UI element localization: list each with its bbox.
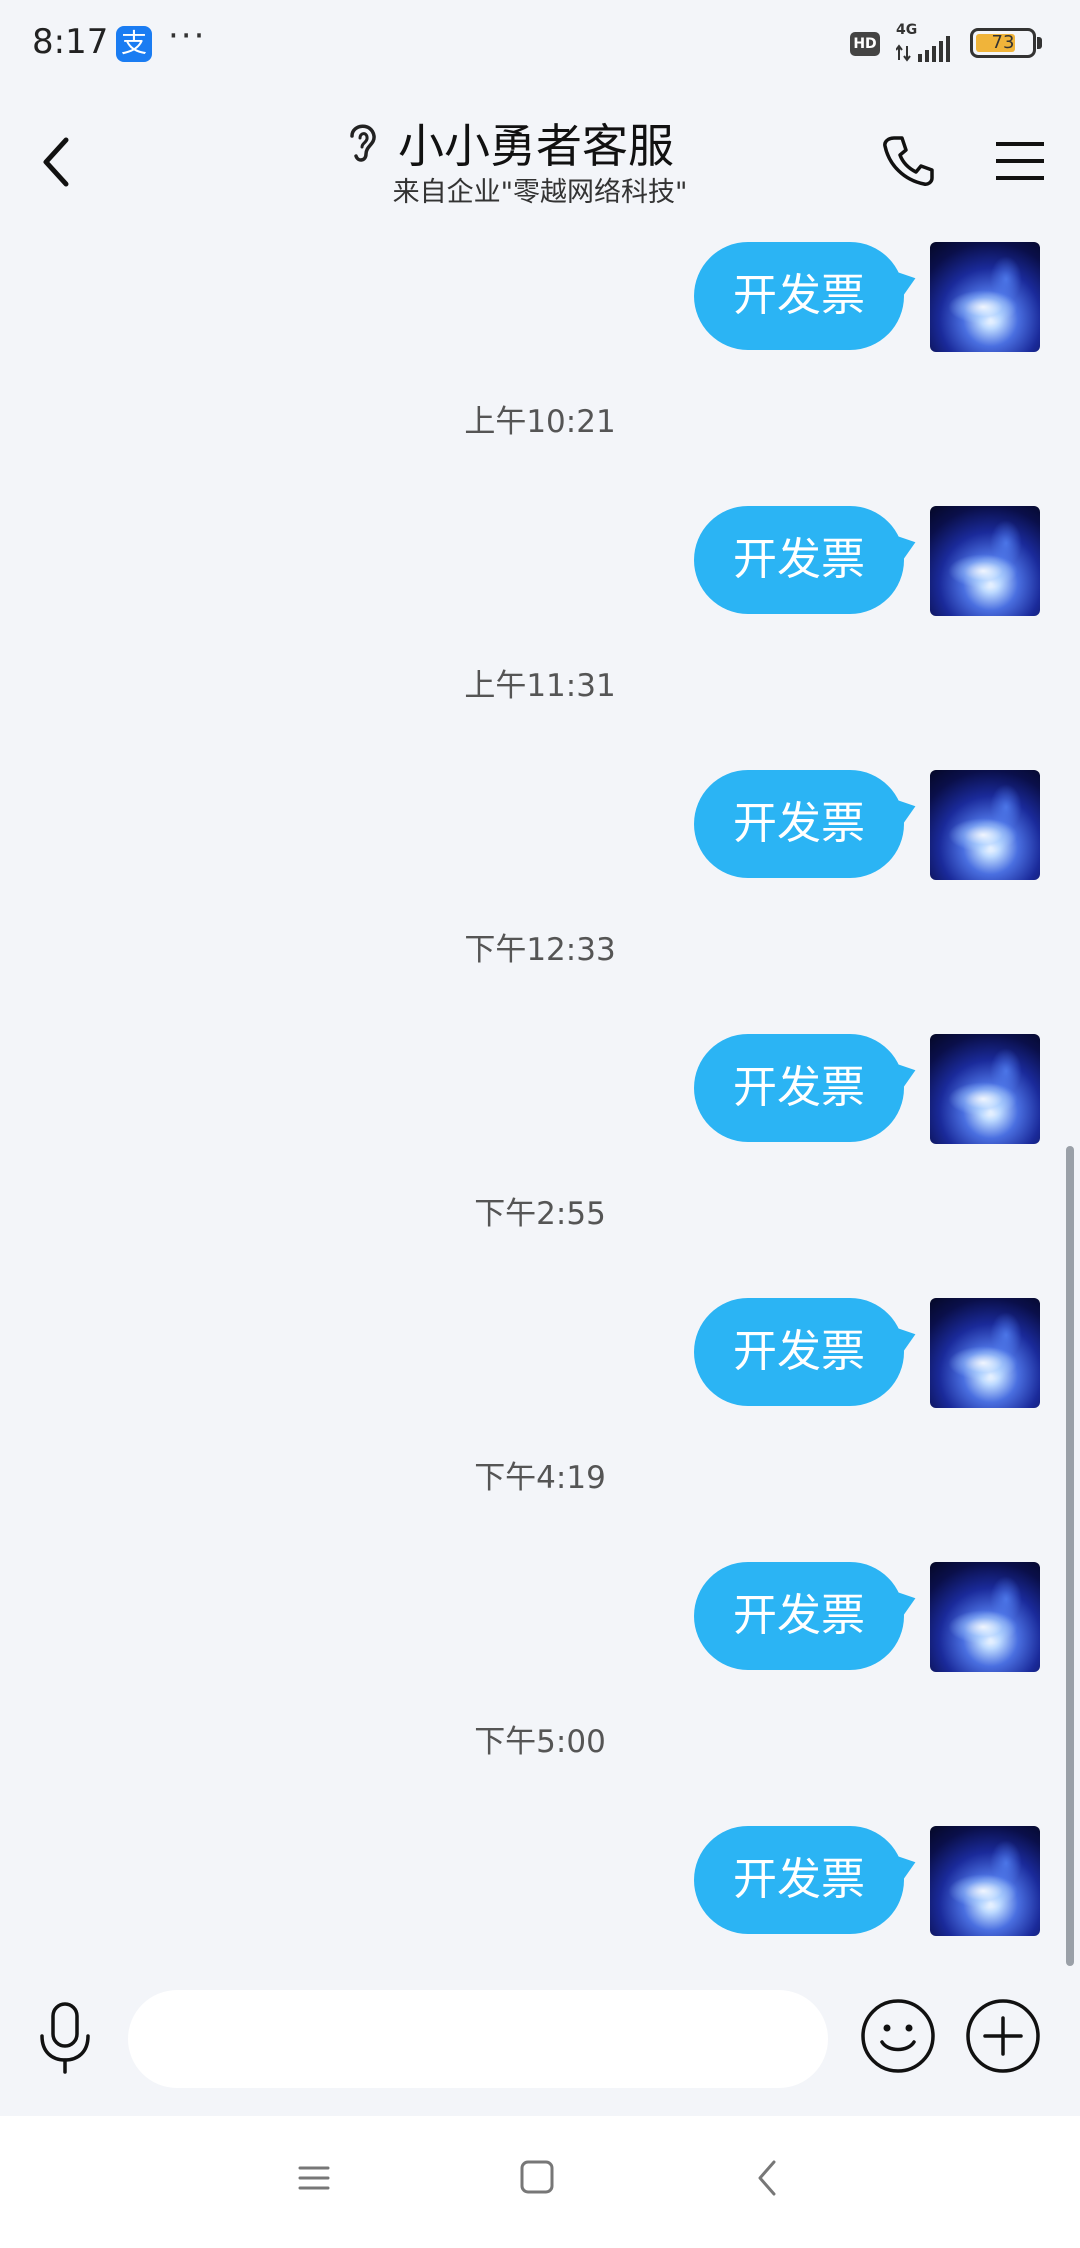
message-row: 开发票 (0, 242, 1080, 354)
call-button[interactable] (880, 132, 936, 188)
message-bubble[interactable]: 开发票 (694, 1562, 904, 1670)
message-row: 开发票 (0, 1562, 1080, 1674)
hd-icon: HD (850, 32, 880, 56)
system-back-button[interactable] (752, 2158, 782, 2198)
message-bubble[interactable]: 开发票 (694, 242, 904, 350)
more-notifications-icon: ··· (168, 16, 207, 56)
plus-button[interactable] (965, 1998, 1041, 2074)
menu-button[interactable] (994, 136, 1046, 186)
system-nav-bar (0, 2116, 1080, 2248)
message-bubble[interactable]: 开发票 (694, 1298, 904, 1406)
message-timestamp: 下午4:19 (474, 1460, 606, 1496)
message-row: 开发票 (0, 770, 1080, 882)
avatar[interactable] (930, 1562, 1040, 1672)
message-timestamp: 下午5:00 (474, 1724, 606, 1760)
message-list[interactable]: 开发票 上午10:21 开发票 上午11:31 开发票 下午12:33 开发票 下午2:55 开… (0, 226, 1080, 1966)
recent-apps-button[interactable] (296, 2160, 332, 2196)
signal-icon: 4G (896, 22, 956, 64)
battery-tip (1037, 37, 1042, 49)
message-timestamp: 下午2:55 (474, 1196, 606, 1232)
recent-apps-icon (298, 2166, 330, 2190)
mic-icon (40, 2002, 90, 2074)
avatar[interactable] (930, 770, 1040, 880)
avatar[interactable] (930, 1826, 1040, 1936)
plus-icon (966, 1999, 1040, 2073)
menu-icon (996, 142, 1044, 180)
phone-icon (883, 136, 934, 186)
message-row: 开发票 (0, 1034, 1080, 1146)
message-bubble[interactable]: 开发票 (694, 1826, 904, 1934)
emoji-button[interactable] (860, 1998, 936, 2074)
avatar[interactable] (930, 242, 1040, 352)
avatar[interactable] (930, 1298, 1040, 1408)
message-input[interactable] (128, 1990, 828, 2088)
message-row: 开发票 (0, 1826, 1080, 1938)
message-bubble[interactable]: 开发票 (694, 506, 904, 614)
ear-icon[interactable] (342, 116, 382, 166)
message-bubble[interactable]: 开发票 (694, 1034, 904, 1142)
message-timestamp: 上午11:31 (464, 668, 616, 704)
message-timestamp: 上午10:21 (464, 404, 616, 440)
status-bar: 8:17 支 ··· HD 4G 73 (0, 0, 1080, 86)
back-icon (758, 2160, 776, 2196)
signal-bars-icon (896, 36, 950, 62)
voice-button[interactable] (34, 2000, 96, 2080)
avatar[interactable] (930, 1034, 1040, 1144)
message-scrollbar[interactable] (1066, 1146, 1074, 1966)
message-row: 开发票 (0, 506, 1080, 618)
input-bar (0, 1966, 1080, 2116)
avatar[interactable] (930, 506, 1040, 616)
battery-percent: 73 (991, 32, 1015, 53)
home-icon (520, 2160, 554, 2194)
status-time: 8:17 (32, 22, 109, 62)
emoji-icon (861, 1999, 935, 2073)
chat-title: 小小勇者客服 (398, 119, 674, 173)
battery-icon: 73 (970, 28, 1036, 58)
message-timestamp: 下午12:33 (464, 932, 616, 968)
message-bubble[interactable]: 开发票 (694, 770, 904, 878)
message-row: 开发票 (0, 1298, 1080, 1410)
home-button[interactable] (518, 2158, 556, 2196)
chat-header: 小小勇者客服 来自企业"零越网络科技" (0, 86, 1080, 226)
alipay-icon: 支 (116, 26, 152, 62)
